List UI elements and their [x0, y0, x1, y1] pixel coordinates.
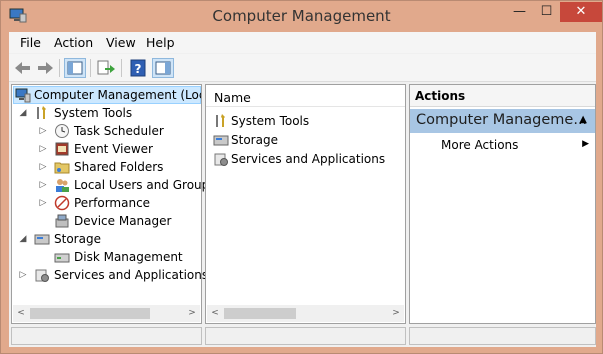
actions-pane: Actions Computer Manageme... ▲ More Acti… — [409, 84, 596, 324]
collapse-up-icon[interactable]: ▲ — [579, 114, 587, 125]
expand-icon[interactable]: ▷ — [38, 122, 48, 140]
status-segment — [205, 327, 406, 345]
more-actions-item[interactable]: More Actions — [441, 138, 518, 152]
console-tree: Computer Management (Local) ◢ System Too… — [11, 84, 216, 324]
menu-view[interactable]: View — [106, 35, 136, 50]
expand-icon[interactable]: ▷ — [38, 158, 48, 176]
status-bar — [11, 327, 596, 347]
menu-bar: File Action View Help — [9, 32, 596, 53]
collapse-icon[interactable]: ◢ — [18, 230, 28, 248]
tree-item-label: Disk Management — [74, 250, 183, 264]
tree-item-label: Storage — [54, 232, 101, 246]
computer-management-icon — [15, 87, 31, 103]
submenu-arrow-icon: ▶ — [582, 139, 589, 149]
client-area: File Action View Help ? Computer Managem… — [9, 32, 596, 347]
toolbar-separator — [90, 59, 91, 77]
tree-item-label: Performance — [74, 196, 151, 210]
actions-header-label: Actions — [415, 89, 466, 103]
help-icon[interactable]: ? — [127, 58, 149, 78]
toolbar-separator — [59, 59, 60, 77]
actions-section-label: Computer Manageme... — [416, 112, 588, 128]
close-button[interactable]: ✕ — [560, 2, 602, 22]
services-icon — [213, 151, 229, 167]
tree-root[interactable]: Computer Management (Local) — [15, 86, 201, 104]
column-header-name[interactable]: Name — [206, 85, 405, 107]
svg-text:?: ? — [135, 62, 142, 76]
list-item-label: Services and Applications — [231, 152, 386, 166]
shared-folder-icon — [54, 159, 70, 175]
show-hide-action-pane-icon[interactable] — [152, 58, 174, 78]
expand-icon[interactable]: ▷ — [18, 266, 28, 284]
expand-icon[interactable]: ▷ — [38, 176, 48, 194]
app-window: Computer Management — ☐ ✕ File Action Vi… — [0, 0, 603, 354]
status-segment — [11, 327, 202, 345]
event-viewer-icon — [54, 141, 70, 157]
list-item-label: System Tools — [231, 114, 310, 128]
services-icon — [34, 267, 50, 283]
performance-icon — [54, 195, 70, 211]
tree-item-label: Shared Folders — [74, 160, 164, 174]
tree-horizontal-scrollbar[interactable]: < > — [13, 305, 200, 322]
tree-item-label: Local Users and Groups — [74, 178, 216, 192]
toolbar-separator — [121, 59, 122, 77]
results-pane: Name System Tools Storage Services and A… — [205, 84, 406, 324]
collapse-icon[interactable]: ◢ — [18, 104, 28, 122]
scroll-left-button[interactable]: < — [208, 306, 222, 320]
storage-icon — [213, 132, 229, 148]
expand-icon[interactable]: ▷ — [38, 140, 48, 158]
tree-item-label: Task Scheduler — [74, 124, 164, 138]
expand-icon[interactable]: ▷ — [38, 194, 48, 212]
minimize-button[interactable]: — — [506, 2, 533, 22]
forward-arrow-icon[interactable] — [34, 58, 56, 78]
scroll-right-button[interactable]: > — [389, 306, 403, 320]
tree-item-label: Event Viewer — [74, 142, 153, 156]
tools-icon — [34, 105, 50, 121]
status-segment — [409, 327, 596, 345]
storage-icon — [34, 231, 50, 247]
column-header-label: Name — [214, 90, 251, 105]
menu-action[interactable]: Action — [54, 35, 93, 50]
center-horizontal-scrollbar[interactable]: < > — [207, 305, 404, 322]
show-hide-console-tree-icon[interactable] — [64, 58, 86, 78]
tools-icon — [213, 113, 229, 129]
title-bar[interactable]: Computer Management — ☐ ✕ — [1, 1, 602, 32]
toolbar: ? — [9, 54, 596, 82]
actions-header: Actions — [410, 85, 595, 107]
tree-item-label: System Tools — [54, 106, 133, 120]
actions-section-computer-management[interactable]: Computer Manageme... ▲ — [410, 109, 595, 133]
menu-help[interactable]: Help — [146, 35, 175, 50]
scroll-left-button[interactable]: < — [14, 306, 28, 320]
tree-item-label: Device Manager — [74, 214, 172, 228]
scroll-thumb[interactable] — [224, 308, 296, 319]
scroll-right-button[interactable]: > — [185, 306, 199, 320]
scroll-thumb[interactable] — [30, 308, 150, 319]
menu-file[interactable]: File — [20, 35, 41, 50]
list-item-label: Storage — [231, 133, 278, 147]
export-list-icon[interactable] — [95, 58, 117, 78]
maximize-button[interactable]: ☐ — [533, 2, 560, 22]
clock-icon — [54, 123, 70, 139]
device-manager-icon — [54, 213, 70, 229]
tree-item-label: Services and Applications — [54, 268, 209, 282]
disk-icon — [54, 249, 70, 265]
users-icon — [54, 177, 70, 193]
back-arrow-icon[interactable] — [12, 58, 34, 78]
tree-root-label: Computer Management (Local) — [34, 88, 201, 102]
